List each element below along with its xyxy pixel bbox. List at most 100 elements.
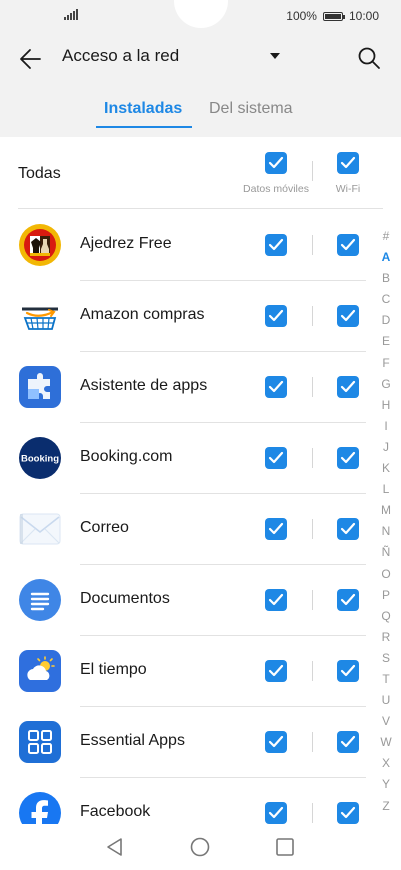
signal-icon [64, 9, 78, 20]
app-name: El tiempo [80, 661, 147, 678]
nav-home-button[interactable] [189, 836, 211, 858]
alphabet-index[interactable]: # A B C D E F G H I J K L M N Ñ O P Q R S T U V W X Y Z [379, 226, 393, 817]
check-icon [268, 806, 284, 819]
alphabet-letter[interactable]: N [379, 521, 393, 542]
alphabet-letter[interactable]: M [379, 500, 393, 521]
check-icon [268, 156, 284, 169]
mobile-data-checkbox[interactable] [265, 234, 287, 256]
camera-notch [174, 0, 228, 28]
alphabet-letter[interactable]: G [379, 374, 393, 395]
active-tab-indicator [96, 126, 192, 128]
wifi-checkbox[interactable] [337, 802, 359, 824]
alphabet-letter[interactable]: E [379, 331, 393, 352]
app-name: Booking.com [80, 448, 173, 465]
nav-recents-button[interactable] [274, 836, 296, 858]
alphabet-letter[interactable]: L [379, 479, 393, 500]
all-mobile-data-checkbox[interactable] [265, 152, 287, 174]
alphabet-letter[interactable]: S [379, 648, 393, 669]
alphabet-letter[interactable]: # [379, 226, 393, 247]
column-divider [312, 235, 313, 255]
alphabet-letter[interactable]: Q [379, 606, 393, 627]
status-bar: 100% 10:00 [0, 0, 401, 34]
list-item[interactable]: Correo [0, 494, 401, 565]
list-item[interactable]: Amazon compras [0, 281, 401, 352]
arrow-left-icon [20, 49, 41, 69]
alphabet-letter[interactable]: W [379, 732, 393, 753]
wifi-checkbox[interactable] [337, 731, 359, 753]
alphabet-letter[interactable]: Y [379, 774, 393, 795]
nav-back-button[interactable] [104, 836, 126, 858]
title-dropdown[interactable]: Acceso a la red [62, 46, 280, 66]
app-header: Acceso a la red Instaladas Del sistema [0, 34, 401, 137]
alphabet-letter[interactable]: V [379, 711, 393, 732]
alphabet-letter[interactable]: U [379, 690, 393, 711]
phone-screen: 100% 10:00 Acceso a la red Instaladas De… [0, 0, 401, 870]
column-divider [312, 661, 313, 681]
alphabet-letter[interactable]: C [379, 289, 393, 310]
app-name: Ajedrez Free [80, 235, 172, 252]
circle-home-icon [190, 837, 210, 857]
list-item[interactable]: Essential Apps [0, 707, 401, 778]
app-name: Documentos [80, 590, 170, 607]
list-item[interactable]: Documentos [0, 565, 401, 636]
wifi-checkbox[interactable] [337, 447, 359, 469]
list-item[interactable]: Ajedrez Free [0, 210, 401, 281]
wifi-checkbox[interactable] [337, 660, 359, 682]
mobile-data-checkbox[interactable] [265, 802, 287, 824]
documents-app-icon [19, 579, 61, 621]
alphabet-letter[interactable]: K [379, 458, 393, 479]
check-icon [340, 451, 356, 464]
mobile-data-checkbox[interactable] [265, 305, 287, 327]
mobile-data-column-label: Datos móviles [243, 183, 309, 195]
alphabet-letter[interactable]: O [379, 564, 393, 585]
wifi-checkbox[interactable] [337, 234, 359, 256]
check-icon [268, 593, 284, 606]
wifi-checkbox[interactable] [337, 305, 359, 327]
wifi-checkbox[interactable] [337, 589, 359, 611]
weather-app-icon [19, 650, 61, 692]
check-icon [340, 238, 356, 251]
wifi-checkbox[interactable] [337, 518, 359, 540]
all-wifi-checkbox[interactable] [337, 152, 359, 174]
check-icon [268, 451, 284, 464]
select-all-label: Todas [18, 165, 61, 182]
mobile-data-checkbox[interactable] [265, 731, 287, 753]
mobile-data-checkbox[interactable] [265, 660, 287, 682]
mobile-data-checkbox[interactable] [265, 589, 287, 611]
list-item[interactable]: Booking Booking.com [0, 423, 401, 494]
mobile-data-checkbox[interactable] [265, 447, 287, 469]
app-list: Ajedrez Free Amazon compras Asistente de… [0, 210, 401, 824]
wifi-checkbox[interactable] [337, 376, 359, 398]
check-icon [268, 522, 284, 535]
alphabet-letter[interactable]: D [379, 310, 393, 331]
booking-icon-text: Booking [21, 454, 59, 465]
list-item[interactable]: El tiempo [0, 636, 401, 707]
search-icon [358, 47, 380, 69]
list-item[interactable]: Facebook [0, 778, 401, 824]
alphabet-letter[interactable]: X [379, 753, 393, 774]
column-divider [312, 448, 313, 468]
mobile-data-checkbox[interactable] [265, 518, 287, 540]
alphabet-letter[interactable]: A [379, 247, 393, 268]
alphabet-letter[interactable]: B [379, 268, 393, 289]
alphabet-letter[interactable]: J [379, 437, 393, 458]
alphabet-letter[interactable]: Z [379, 796, 393, 817]
alphabet-letter[interactable]: I [379, 416, 393, 437]
divider [18, 208, 383, 209]
mobile-data-checkbox[interactable] [265, 376, 287, 398]
tab-del-sistema[interactable]: Del sistema [209, 100, 293, 118]
alphabet-letter[interactable]: H [379, 395, 393, 416]
check-icon [340, 806, 356, 819]
alphabet-letter[interactable]: T [379, 669, 393, 690]
list-item[interactable]: Asistente de apps [0, 352, 401, 423]
search-button[interactable] [357, 46, 381, 70]
alphabet-letter[interactable]: Ñ [379, 542, 393, 563]
tab-instaladas[interactable]: Instaladas [104, 100, 182, 118]
alphabet-letter[interactable]: F [379, 353, 393, 374]
navigation-bar [0, 824, 401, 870]
check-icon [340, 309, 356, 322]
back-button[interactable] [18, 46, 44, 72]
alphabet-letter[interactable]: P [379, 585, 393, 606]
alphabet-letter[interactable]: R [379, 627, 393, 648]
check-icon [340, 664, 356, 677]
